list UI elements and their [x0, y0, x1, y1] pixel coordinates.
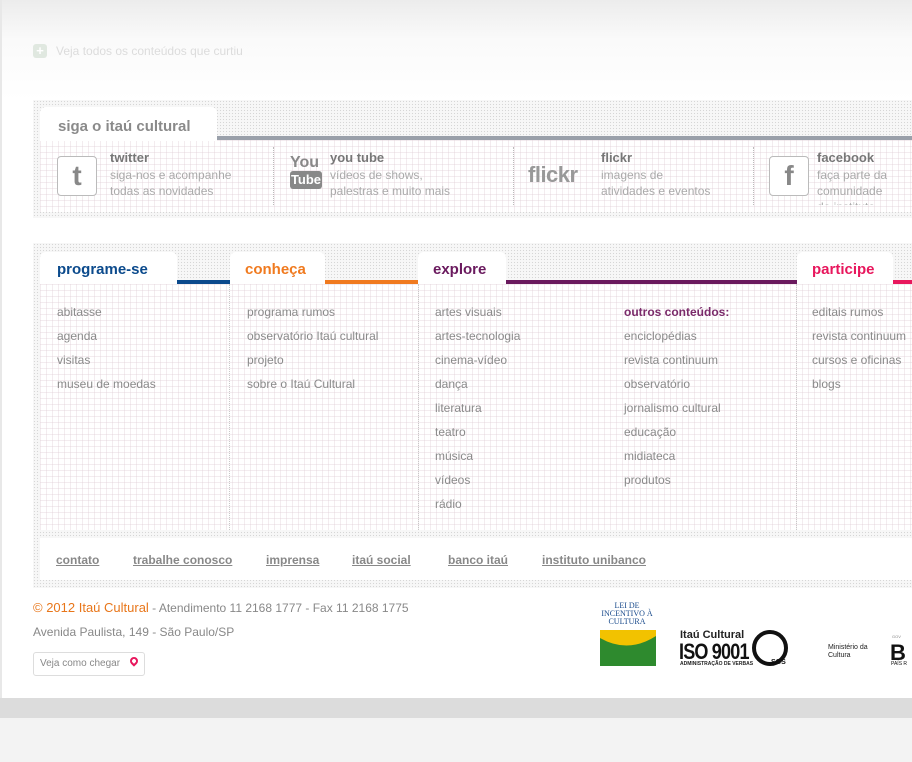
ministerio-logo: Ministério da Cultura [828, 644, 868, 659]
social-desc: faça parte da comunidade do instituto [817, 168, 888, 205]
lei-flag-icon [600, 630, 656, 666]
tab-label: explore [433, 261, 487, 278]
youtube-icon-you: You [290, 154, 320, 171]
tab-programe[interactable]: programe-se [40, 252, 177, 284]
social-facebook[interactable]: facebook faça parte da comunidade do ins… [817, 150, 912, 205]
tab-label: conheça [245, 261, 306, 278]
social-title: facebook [817, 150, 875, 165]
siga-title: siga o itaú cultural [58, 118, 191, 135]
footer-link-contato[interactable]: contato [56, 553, 99, 567]
nav-link[interactable]: observatório [624, 377, 690, 391]
footer-link-itau-social[interactable]: itaú social [352, 553, 411, 567]
brasil-subtitle: PAÍS R [891, 661, 908, 667]
column-divider [418, 284, 419, 530]
bottom-area [0, 718, 912, 762]
address: Avenida Paulista, 149 - São Paulo/SP [33, 625, 235, 639]
nav-link[interactable]: produtos [624, 473, 671, 487]
gov-text: GOV [892, 634, 901, 639]
lei-incentivo-logo: LEI DE INCENTIVO À CULTURA [601, 601, 653, 626]
youtube-icon[interactable]: You Tube [290, 154, 324, 189]
copyright: © 2012 Itaú Cultural - Atendimento 11 21… [33, 600, 409, 615]
nav-link[interactable]: dança [435, 377, 468, 391]
iso-subtitle: ADMINISTRAÇÃO DE VERBAS [680, 661, 754, 667]
footer-link-unibanco[interactable]: instituto unibanco [542, 553, 646, 567]
atendimento-text: - Atendimento 11 2168 1777 - Fax 11 2168… [148, 601, 409, 615]
como-chegar-label: Veja como chegar [40, 658, 121, 669]
nav-link[interactable]: música [435, 449, 473, 463]
plus-icon: + [33, 44, 47, 58]
nav-link[interactable]: visitas [57, 353, 90, 367]
tab-label: participe [812, 261, 875, 278]
social-flickr[interactable]: flickr imagens de atividades e eventos [601, 150, 710, 205]
programe-bar [177, 280, 230, 284]
nav-link[interactable]: revista continuum [812, 329, 906, 343]
footer-link-banco-itau[interactable]: banco itaú [448, 553, 508, 567]
nav-link[interactable]: teatro [435, 425, 466, 439]
outros-heading: outros conteúdos: [624, 305, 730, 319]
social-desc: siga-nos e acompanhe todas as novidades [110, 168, 232, 198]
nav-link[interactable]: projeto [247, 353, 284, 367]
curtiu-link[interactable]: + Veja todos os conteúdos que curtiu [33, 44, 243, 58]
nav-link[interactable]: programa rumos [247, 305, 335, 319]
nav-link[interactable]: artes visuais [435, 305, 502, 319]
left-edge [0, 0, 2, 762]
social-title: twitter [110, 150, 149, 165]
nav-link[interactable]: cinema-vídeo [435, 353, 507, 367]
copyright-text: © 2012 Itaú Cultural [33, 600, 149, 615]
column-divider [796, 284, 797, 530]
explore-bar [506, 280, 797, 284]
tab-conheca[interactable]: conheça [230, 252, 325, 284]
tab-participe[interactable]: participe [797, 252, 893, 284]
nav-link[interactable]: sobre o Itaú Cultural [247, 377, 355, 391]
footer-link-trabalhe[interactable]: trabalhe conosco [133, 553, 232, 567]
social-title: flickr [601, 150, 633, 165]
social-desc: imagens de atividades e eventos [601, 168, 711, 198]
nav-link[interactable]: jornalismo cultural [624, 401, 721, 415]
footer-link-imprensa[interactable]: imprensa [266, 553, 319, 567]
nav-link[interactable]: artes-tecnologia [435, 329, 520, 343]
siga-divider [217, 136, 912, 140]
nav-link[interactable]: cursos e oficinas [812, 353, 901, 367]
nav-link[interactable]: midiateca [624, 449, 675, 463]
nav-link[interactable]: blogs [812, 377, 841, 391]
participe-bar [893, 280, 912, 284]
nav-link[interactable]: educação [624, 425, 676, 439]
flickr-icon[interactable]: flickr [528, 162, 578, 188]
nav-link[interactable]: museu de moedas [57, 377, 156, 391]
nav-link[interactable]: enciclopédias [624, 329, 697, 343]
nav-link[interactable]: observatório Itaú cultural [247, 329, 378, 343]
map-pin-icon [128, 655, 140, 667]
nav-link[interactable]: vídeos [435, 473, 470, 487]
social-youtube[interactable]: you tube vídeos de shows, palestras e mu… [330, 150, 450, 205]
nav-link[interactable]: agenda [57, 329, 97, 343]
social-twitter[interactable]: twitter siga-nos e acompanhe todas as no… [110, 150, 231, 205]
facebook-icon[interactable]: f [769, 156, 809, 196]
divider [753, 147, 754, 205]
tab-explore[interactable]: explore [418, 252, 506, 284]
divider [273, 147, 274, 205]
social-desc: vídeos de shows, palestras e muito mais [330, 168, 451, 198]
sgs-text: SGS [771, 659, 786, 666]
nav-link[interactable]: editais rumos [812, 305, 883, 319]
curtiu-text: Veja todos os conteúdos que curtiu [56, 44, 243, 58]
nav-link[interactable]: revista continuum [624, 353, 718, 367]
divider [513, 147, 514, 205]
bottom-bar [0, 698, 912, 718]
tab-label: programe-se [57, 261, 148, 278]
nav-link[interactable]: rádio [435, 497, 462, 511]
como-chegar-button[interactable]: Veja como chegar [33, 652, 145, 676]
twitter-icon[interactable]: t [57, 156, 97, 196]
nav-link[interactable]: abitasse [57, 305, 102, 319]
social-title: you tube [330, 150, 385, 165]
column-divider [229, 284, 230, 530]
nav-link[interactable]: literatura [435, 401, 482, 415]
youtube-icon-tube: Tube [290, 171, 322, 189]
conheca-bar [325, 280, 418, 284]
